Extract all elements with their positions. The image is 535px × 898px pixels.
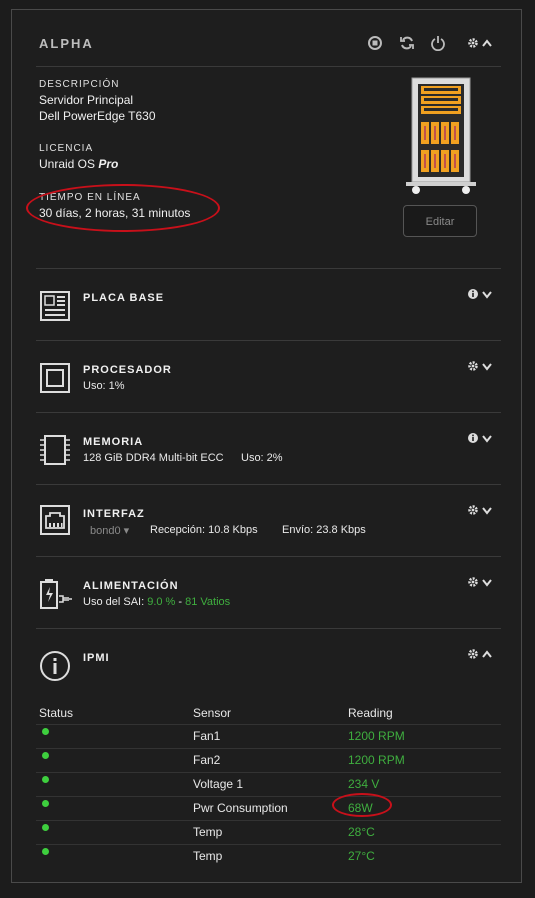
memory-spec: 128 GiB DDR4 Multi-bit ECC (83, 452, 224, 464)
ups-watts: 81 Vatios (185, 596, 231, 608)
ups-usage: Uso del SAI: 9.0 % - 81 Vatios (83, 596, 230, 608)
memory-title: MEMORIA (83, 436, 144, 448)
section-divider (36, 340, 501, 341)
header-divider (36, 66, 501, 67)
status-ok-dot (42, 776, 49, 783)
status-ok-dot (42, 824, 49, 831)
memory-usage: Uso: 2% (241, 452, 283, 464)
server-image (406, 77, 476, 194)
edit-button[interactable]: Editar (403, 205, 477, 237)
description-line2: Dell PowerEdge T630 (39, 109, 156, 123)
section-divider (36, 628, 501, 629)
table-row-divider (36, 772, 501, 773)
column-header-reading: Reading (348, 706, 393, 720)
settings-expand-icon[interactable] (467, 360, 495, 372)
info-expand-icon[interactable] (467, 432, 495, 444)
column-header-status: Status (39, 706, 74, 720)
status-ok-dot (42, 752, 49, 759)
table-row-divider (36, 724, 501, 725)
section-divider (36, 556, 501, 557)
section-divider (36, 268, 501, 269)
section-divider (36, 412, 501, 413)
sensor-reading: 1200 RPM (348, 729, 405, 743)
info-circle-icon (40, 651, 70, 681)
sensor-reading: 234 V (348, 777, 380, 791)
table-row-divider (36, 820, 501, 821)
status-ok-dot (42, 728, 49, 735)
sensor-reading: 27°C (348, 849, 375, 863)
settings-expand-icon[interactable] (467, 576, 495, 588)
motherboard-title: PLACA BASE (83, 292, 165, 304)
settings-collapse-icon[interactable] (467, 648, 495, 660)
power-icon[interactable] (430, 35, 446, 51)
section-divider (36, 484, 501, 485)
ipmi-title: IPMI (83, 652, 110, 664)
network-port-icon (40, 505, 70, 535)
description-line1: Servidor Principal (39, 93, 134, 107)
sensor-name: Fan2 (193, 753, 221, 767)
interface-name: bond0 (90, 525, 121, 537)
table-row-divider (36, 796, 501, 797)
motherboard-icon (40, 291, 70, 321)
ups-percent: 9.0 % (147, 596, 176, 608)
processor-title: PROCESADOR (83, 364, 172, 376)
reading-highlight (332, 793, 392, 817)
license-tier: Pro (98, 157, 119, 171)
interface-rx: Recepción: 10.8 Kbps (150, 524, 258, 536)
processor-usage: Uso: 1% (83, 380, 125, 392)
license-os: Unraid OS (39, 157, 96, 171)
sensor-reading: 28°C (348, 825, 375, 839)
server-name: ALPHA (39, 36, 94, 51)
sensor-name: Temp (193, 825, 223, 839)
info-expand-icon[interactable] (467, 288, 495, 300)
sensor-name: Pwr Consumption (193, 801, 288, 815)
stop-icon[interactable] (367, 35, 383, 51)
ups-separator: - (175, 596, 186, 608)
server-panel: ALPHA DESCRIPCIÓN Servidor Principal Del… (11, 9, 522, 883)
interface-select[interactable]: bond0 ▾ (90, 524, 129, 537)
sensor-name: Fan1 (193, 729, 221, 743)
settings-collapse-icon[interactable] (467, 37, 495, 49)
sensor-name: Temp (193, 849, 223, 863)
refresh-icon[interactable] (399, 35, 415, 51)
dropdown-caret-icon: ▾ (123, 525, 130, 537)
sensor-reading: 1200 RPM (348, 753, 405, 767)
sensor-name: Voltage 1 (193, 777, 244, 791)
memory-icon (40, 435, 70, 465)
license-value: Unraid OS Pro (39, 156, 118, 172)
interface-title: INTERFAZ (83, 508, 145, 520)
battery-plug-icon (40, 579, 72, 609)
interface-tx: Envío: 23.8 Kbps (282, 524, 366, 536)
processor-icon (40, 363, 70, 393)
status-ok-dot (42, 848, 49, 855)
uptime-highlight (26, 184, 220, 232)
power-title: ALIMENTACIÓN (83, 580, 179, 592)
table-row-divider (36, 748, 501, 749)
license-label: LICENCIA (39, 143, 94, 154)
table-row-divider (36, 844, 501, 845)
status-ok-dot (42, 800, 49, 807)
description-label: DESCRIPCIÓN (39, 79, 120, 90)
column-header-sensor: Sensor (193, 706, 232, 720)
ups-usage-label: Uso del SAI: (83, 596, 145, 608)
settings-expand-icon[interactable] (467, 504, 495, 516)
